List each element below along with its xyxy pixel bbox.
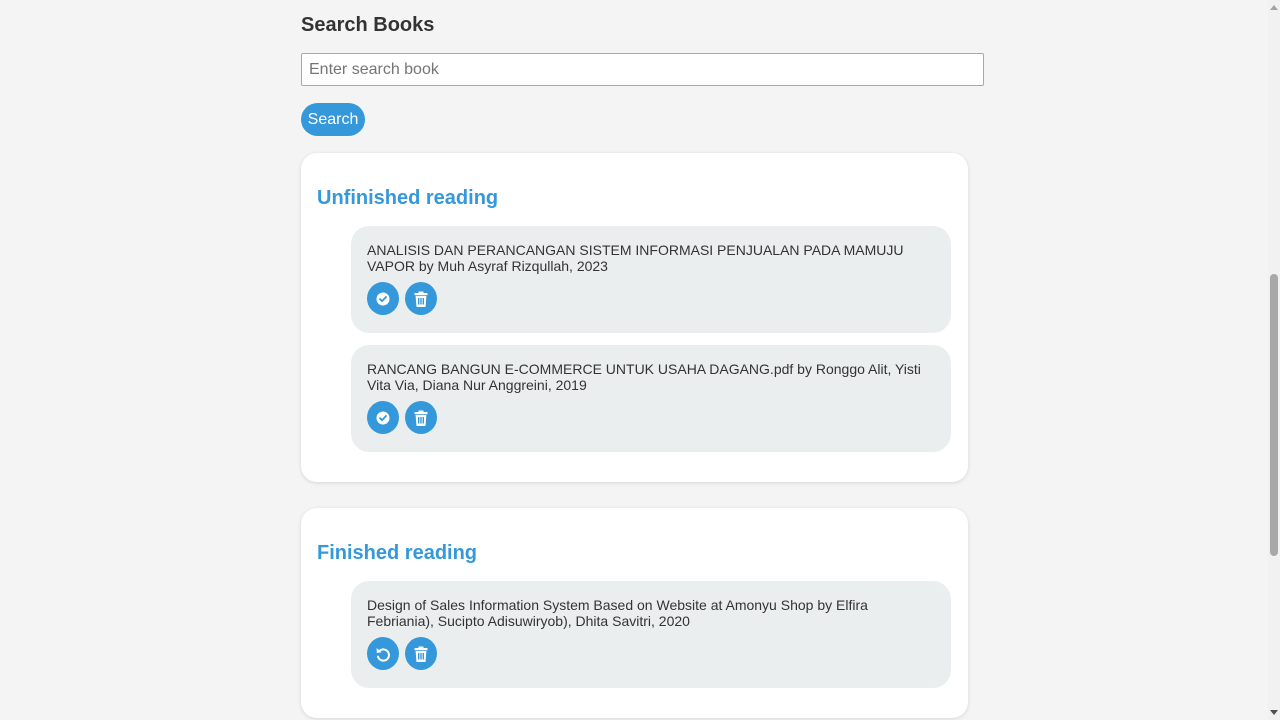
book-info: Design of Sales Information System Based… <box>367 597 868 629</box>
undo-icon <box>376 647 390 662</box>
trash-icon <box>414 410 428 426</box>
book-item: RANCANG BANGUN E-COMMERCE UNTUK USAHA DA… <box>351 345 951 452</box>
search-section: Search Books Search <box>301 12 984 136</box>
search-button[interactable]: Search <box>301 103 365 136</box>
trash-icon <box>414 291 428 307</box>
delete-book-button[interactable] <box>405 282 437 315</box>
finished-shelf-title: Finished reading <box>317 542 478 564</box>
unfinished-shelf-title: Unfinished reading <box>317 187 499 209</box>
scroll-up-arrow-icon[interactable] <box>1270 5 1278 10</box>
check-icon <box>376 292 390 305</box>
book-info: RANCANG BANGUN E-COMMERCE UNTUK USAHA DA… <box>367 361 921 393</box>
mark-finished-button[interactable] <box>367 401 399 434</box>
delete-book-button[interactable] <box>405 401 437 434</box>
vertical-scrollbar[interactable] <box>1268 0 1280 720</box>
book-actions <box>367 637 437 670</box>
book-actions <box>367 282 437 315</box>
mark-finished-button[interactable] <box>367 282 399 315</box>
page: Search Books Search Unfinished reading A… <box>0 0 1280 720</box>
book-item: Design of Sales Information System Based… <box>351 581 951 688</box>
check-icon <box>376 411 390 424</box>
finished-shelf: Finished reading Design of Sales Informa… <box>301 508 968 718</box>
book-item: ANALISIS DAN PERANCANGAN SISTEM INFORMAS… <box>351 226 951 333</box>
unfinished-shelf: Unfinished reading ANALISIS DAN PERANCAN… <box>301 153 968 482</box>
search-input[interactable] <box>301 53 984 86</box>
delete-book-button[interactable] <box>405 637 437 670</box>
book-info: ANALISIS DAN PERANCANGAN SISTEM INFORMAS… <box>367 242 904 274</box>
mark-unfinished-button[interactable] <box>367 637 399 670</box>
scroll-down-arrow-icon[interactable] <box>1270 710 1278 715</box>
trash-icon <box>414 646 428 662</box>
book-actions <box>367 401 437 434</box>
scroll-thumb[interactable] <box>1270 274 1278 556</box>
search-title: Search Books <box>301 14 435 36</box>
